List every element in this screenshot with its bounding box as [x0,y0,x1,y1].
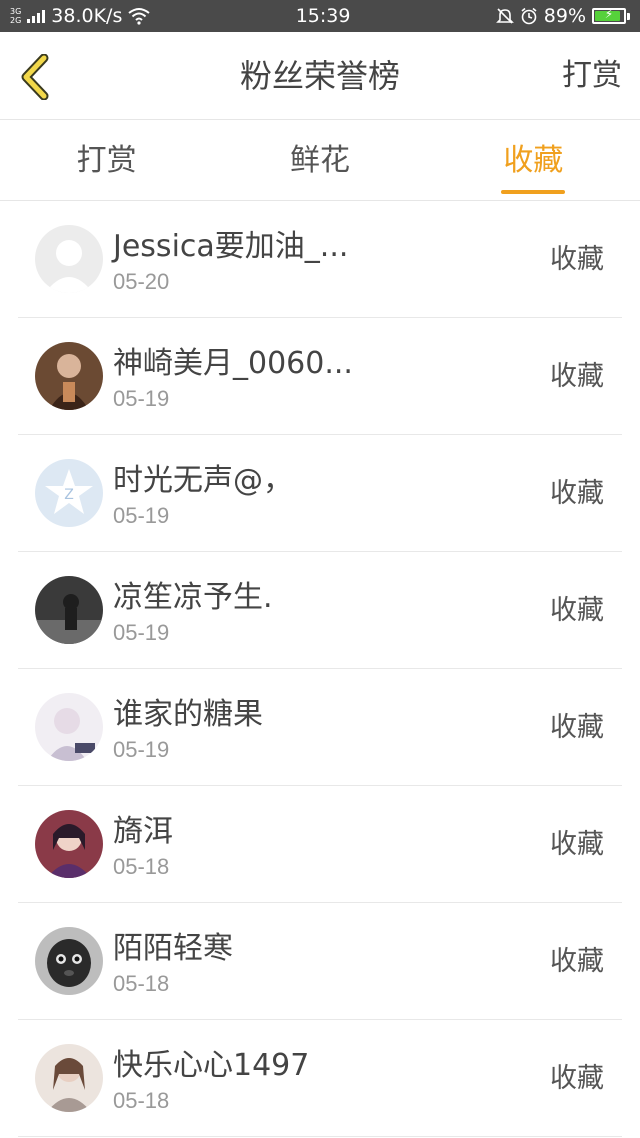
page-title: 粉丝荣誉榜 [239,57,400,95]
action-label: 收藏 [550,829,604,860]
avatar[interactable] [35,927,103,995]
action-label: 收藏 [550,478,604,509]
network-bottom-label: 2G [10,16,22,25]
action-label: 收藏 [550,361,604,392]
fan-list: Jessica要加油_... 05-20 收藏 神崎美月_0060... 05-… [0,201,640,1137]
list-item[interactable]: 谁家的糖果 05-19 收藏 [18,669,622,786]
tab-flowers[interactable]: 鲜花 [213,121,426,200]
fan-date: 05-19 [113,503,170,528]
fan-name: Jessica要加油_... [113,229,349,264]
fan-date: 05-19 [113,620,170,645]
action-label: 收藏 [550,244,604,275]
fan-name: 凉笙凉予生. [113,580,273,615]
tab-favorites[interactable]: 收藏 [427,121,640,200]
active-tab-indicator [501,190,566,194]
list-item[interactable]: 神崎美月_0060... 05-19 收藏 [18,318,622,435]
action-label: 收藏 [550,1063,604,1094]
avatar[interactable] [35,576,103,644]
tab-favorites-label: 收藏 [503,143,564,178]
fan-date: 05-20 [113,269,170,294]
mute-icon [495,8,514,24]
list-item[interactable]: 陌陌轻寒 05-18 收藏 [18,903,622,1020]
battery-charging-icon: ⚡ [592,7,630,24]
avatar[interactable] [35,810,103,878]
list-item[interactable]: 快乐心心1497 05-18 收藏 [18,1020,622,1137]
action-label: 收藏 [550,595,604,626]
avatar[interactable] [35,1044,103,1112]
avatar[interactable] [35,225,103,293]
fan-name: 旖洱 [113,814,173,849]
svg-text:Z: Z [64,487,74,503]
signal-icon [27,9,46,23]
action-label: 收藏 [550,712,604,743]
network-type: 3G 2G [10,7,21,25]
battery-percent: 89% [543,5,586,27]
avatar[interactable] [35,342,103,410]
fan-name: 快乐心心1497 [113,1048,310,1083]
status-right: 89% ⚡ [495,5,630,27]
status-time: 15:39 [295,5,351,27]
action-label: 收藏 [550,946,604,977]
fan-date: 05-19 [113,386,170,411]
avatar[interactable]: Z [35,459,103,527]
fan-date: 05-18 [113,854,170,879]
network-top-label: 3G [10,7,22,16]
fan-name: 陌陌轻寒 [113,931,233,966]
fan-date: 05-19 [113,737,170,762]
list-item[interactable]: 凉笙凉予生. 05-19 收藏 [18,552,622,669]
alarm-icon [521,7,537,25]
top-nav-bar: 粉丝荣誉榜 打赏 [0,32,640,120]
reward-button[interactable]: 打赏 [562,32,622,120]
tab-bar: 打赏 鲜花 收藏 [0,121,640,201]
status-left: 3G 2G 38.0K/s [10,5,150,27]
status-bar: 3G 2G 38.0K/s 15:39 89% ⚡ [0,0,640,32]
fan-name: 神崎美月_0060... [113,346,353,381]
tab-reward[interactable]: 打赏 [0,121,213,200]
list-item[interactable]: Z 时光无声@， 05-19 收藏 [18,435,622,552]
fan-name: 谁家的糖果 [113,697,263,732]
list-item[interactable]: Jessica要加油_... 05-20 收藏 [18,201,622,318]
network-speed: 38.0K/s [51,5,123,27]
wifi-icon [128,8,150,25]
list-item[interactable]: 旖洱 05-18 收藏 [18,786,622,903]
avatar[interactable] [35,693,103,761]
fan-date: 05-18 [113,971,170,996]
fan-name: 时光无声@， [113,463,293,498]
fan-date: 05-18 [113,1088,170,1113]
